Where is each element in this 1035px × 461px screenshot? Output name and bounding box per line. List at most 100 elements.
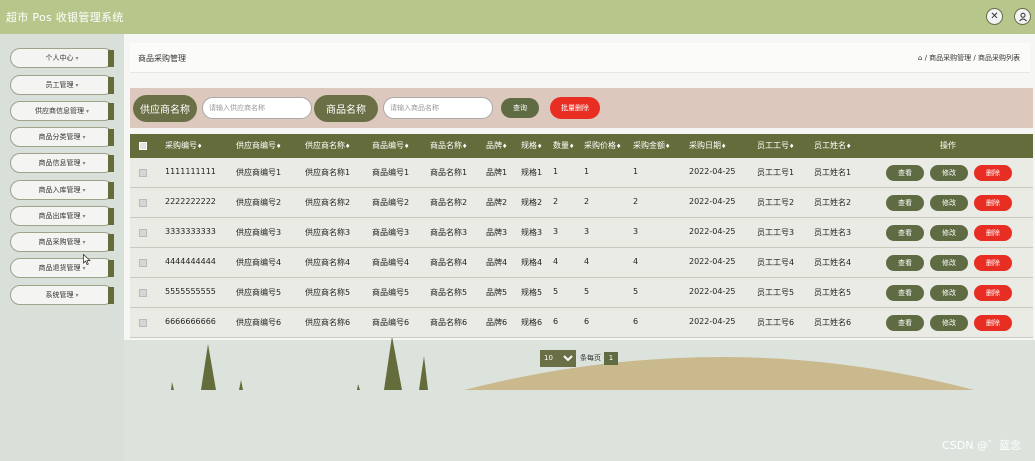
breadcrumb-bar: 商品采购管理 ⌂ / 商品采购管理 / 商品采购列表 <box>130 43 1030 73</box>
column-header[interactable]: 员工姓名♦ <box>814 140 851 151</box>
edit-button[interactable]: 修改 <box>930 165 968 181</box>
expand-icon[interactable]: ✕ <box>986 8 1003 25</box>
table-row: 4444444444 供应商编号4 供应商名称4 商品编号4 商品名称4 品牌4 规格4 4 4… <box>130 248 1033 278</box>
watermark: CSDN @゛蓝念 <box>942 439 1021 452</box>
delete-button[interactable]: 删除 <box>974 225 1012 241</box>
table-cell: 6666666666 <box>165 317 216 326</box>
sidebar-item-accent <box>108 77 114 94</box>
home-icon[interactable]: ⌂ <box>918 54 922 62</box>
sidebar-item[interactable]: 个人中心 ▾ <box>10 48 114 68</box>
view-button[interactable]: 查看 <box>886 285 924 301</box>
row-checkbox[interactable] <box>139 259 147 267</box>
table-cell: 2 <box>584 197 590 206</box>
column-header[interactable]: 商品名称♦ <box>430 140 467 151</box>
column-header[interactable]: 采购金额♦ <box>633 140 670 151</box>
batch-delete-button[interactable]: 批量删除 <box>550 97 600 119</box>
view-button[interactable]: 查看 <box>886 165 924 181</box>
column-header[interactable]: 供应商名称♦ <box>305 140 350 151</box>
table-cell: 5 <box>584 287 590 296</box>
search-bar: 供应商名称 商品名称 查询 批量删除 <box>130 88 1033 128</box>
product-name-input[interactable] <box>383 97 493 119</box>
delete-button[interactable]: 删除 <box>974 315 1012 331</box>
column-header[interactable]: 规格♦ <box>521 140 542 151</box>
sort-icon: ♦ <box>721 143 727 150</box>
column-header[interactable]: 供应商编号♦ <box>236 140 281 151</box>
edit-button[interactable]: 修改 <box>930 255 968 271</box>
edit-button[interactable]: 修改 <box>930 285 968 301</box>
table-cell: 商品编号1 <box>372 168 410 177</box>
sidebar-item[interactable]: 商品入库管理 ▾ <box>10 180 114 200</box>
delete-button[interactable]: 删除 <box>974 285 1012 301</box>
sidebar-item[interactable]: 系统管理 ▾ <box>10 285 114 305</box>
sidebar-item-label: 个人中心 <box>45 54 74 62</box>
sidebar-item[interactable]: 员工管理 ▾ <box>10 75 114 95</box>
page-size-select[interactable]: 10 <box>540 349 576 367</box>
chevron-down-icon: ▾ <box>82 212 86 220</box>
view-button[interactable]: 查看 <box>886 195 924 211</box>
view-button[interactable]: 查看 <box>886 255 924 271</box>
sidebar-item[interactable]: 商品分类管理 ▾ <box>10 127 114 147</box>
sidebar-item-label: 商品出库管理 <box>38 212 81 220</box>
column-header[interactable]: 采购编号♦ <box>165 140 202 151</box>
column-header[interactable]: 品牌♦ <box>486 140 507 151</box>
search-button[interactable]: 查询 <box>501 98 539 118</box>
row-checkbox[interactable] <box>139 229 147 237</box>
column-header[interactable]: 员工工号♦ <box>757 140 794 151</box>
breadcrumb-path[interactable]: / 商品采购管理 / 商品采购列表 <box>925 54 1020 62</box>
edit-button[interactable]: 修改 <box>930 315 968 331</box>
table-cell: 员工工号1 <box>757 168 795 177</box>
delete-button[interactable]: 删除 <box>974 255 1012 271</box>
app-title: 超市 Pos 收银管理系统 <box>6 11 124 24</box>
row-checkbox[interactable] <box>139 169 147 177</box>
view-button[interactable]: 查看 <box>886 225 924 241</box>
product-name-label: 商品名称 <box>314 95 378 122</box>
per-page-label: 条每页 <box>580 354 601 362</box>
table-cell: 5555555555 <box>165 287 216 296</box>
row-checkbox[interactable] <box>139 289 147 297</box>
column-header[interactable]: 采购日期♦ <box>689 140 726 151</box>
column-header[interactable]: 商品编号♦ <box>372 140 409 151</box>
table-cell: 4 <box>584 257 590 266</box>
edit-button[interactable]: 修改 <box>930 195 968 211</box>
supplier-name-input[interactable] <box>202 97 312 119</box>
table-cell: 2022-04-25 <box>689 317 736 326</box>
table-cell: 4444444444 <box>165 257 216 266</box>
table-cell: 供应商名称5 <box>305 288 351 297</box>
delete-button[interactable]: 删除 <box>974 165 1012 181</box>
sort-icon: ♦ <box>404 143 410 150</box>
select-all-checkbox[interactable] <box>139 142 147 150</box>
table-cell: 供应商编号1 <box>236 168 282 177</box>
sidebar-item[interactable]: 商品退货管理 ▾ <box>10 258 114 278</box>
table-cell: 员工姓名5 <box>814 288 852 297</box>
sidebar-item[interactable]: 商品采购管理 ▾ <box>10 232 114 252</box>
column-header[interactable]: 采购价格♦ <box>584 140 621 151</box>
table-cell: 员工工号3 <box>757 228 795 237</box>
view-button[interactable]: 查看 <box>886 315 924 331</box>
delete-button[interactable]: 删除 <box>974 195 1012 211</box>
sidebar-item-accent <box>108 234 114 251</box>
sidebar-item[interactable]: 供应商信息管理 ▾ <box>10 101 114 121</box>
column-header-label: 员工姓名 <box>814 141 846 150</box>
table-cell: 品牌3 <box>486 228 508 237</box>
column-header-label: 商品编号 <box>372 141 404 150</box>
top-bar: 超市 Pos 收银管理系统 ✕ <box>0 0 1035 34</box>
edit-button[interactable]: 修改 <box>930 225 968 241</box>
table-row: 5555555555 供应商编号5 供应商名称5 商品编号5 商品名称5 品牌5 规格5 5 5… <box>130 278 1033 308</box>
column-header-label: 采购日期 <box>689 141 721 150</box>
sidebar-item[interactable]: 商品信息管理 ▾ <box>10 153 114 173</box>
table-cell: 供应商编号2 <box>236 198 282 207</box>
sidebar-item-accent <box>108 103 114 120</box>
current-page-button[interactable]: 1 <box>604 351 618 365</box>
supplier-name-label: 供应商名称 <box>133 95 197 122</box>
row-checkbox[interactable] <box>139 319 147 327</box>
sidebar-item[interactable]: 商品出库管理 ▾ <box>10 206 114 226</box>
table-cell: 供应商名称1 <box>305 168 351 177</box>
pagination: 10 条每页 1 <box>540 349 618 367</box>
sidebar-item-accent <box>108 155 114 172</box>
table-cell: 规格1 <box>521 168 543 177</box>
row-checkbox[interactable] <box>139 199 147 207</box>
column-header[interactable]: 数量♦ <box>553 140 574 151</box>
table-cell: 商品名称4 <box>430 258 468 267</box>
table-cell: 员工工号6 <box>757 318 795 327</box>
user-icon[interactable] <box>1014 8 1031 25</box>
